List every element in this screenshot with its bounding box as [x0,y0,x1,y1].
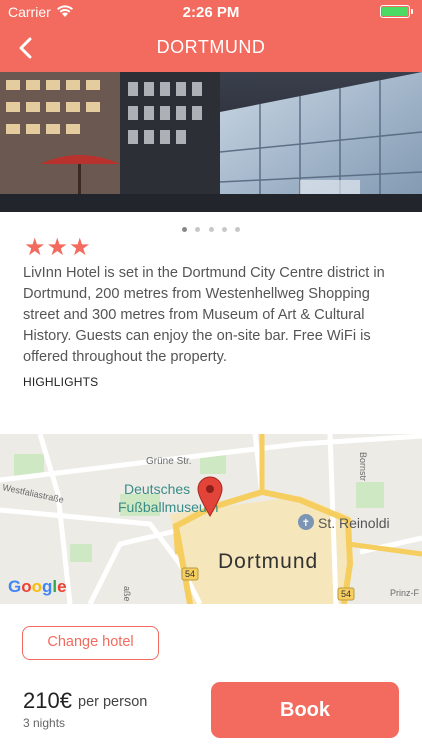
map-city-label: Dortmund [218,550,318,573]
pager-dot [208,227,214,232]
road-badge-54-b: 54 [341,589,351,599]
book-button[interactable]: Book [211,682,399,738]
star-rating: ★★★ [24,234,92,261]
pager-dot [195,227,201,232]
location-map[interactable]: ✝ 54 54 Grüne Str. Westfaliastraße Borns… [0,434,422,604]
pager-dot-active [181,227,187,232]
price-value: 210€ [23,688,72,713]
clock: 2:26 PM [182,4,240,21]
status-bar: Carrier 2:26 PM [0,0,422,24]
navigation-bar: DORTMUND [0,24,422,72]
street-label-born: Bornstr [358,452,368,481]
street-label-partial: aße [122,586,132,602]
pager-dot [235,227,241,232]
street-label-gruene: Grüne Str. [146,456,192,467]
svg-text:✝: ✝ [302,518,310,529]
road-badge-54-a: 54 [185,569,195,579]
poi-label-line1: Deutsches [124,481,190,497]
street-label-prinz: Prinz-F [390,588,420,598]
change-hotel-button[interactable]: Change hotel [22,626,159,660]
nights-count: 3 nights [23,716,66,730]
church-label: St. Reinoldi [318,515,390,531]
battery-icon [380,5,413,18]
highlights-label[interactable]: HIGHLIGHTS [23,375,98,389]
pager-dot [221,227,227,232]
app-header: Carrier 2:26 PM DORTMUND [0,0,422,72]
google-logo: Google [8,577,67,596]
hotel-photo[interactable] [0,72,422,212]
price-suffix: per person [78,694,148,710]
gallery-pager[interactable] [0,219,422,232]
page-title: DORTMUND [156,37,266,57]
hotel-description: LivInn Hotel is set in the Dortmund City… [23,265,385,365]
